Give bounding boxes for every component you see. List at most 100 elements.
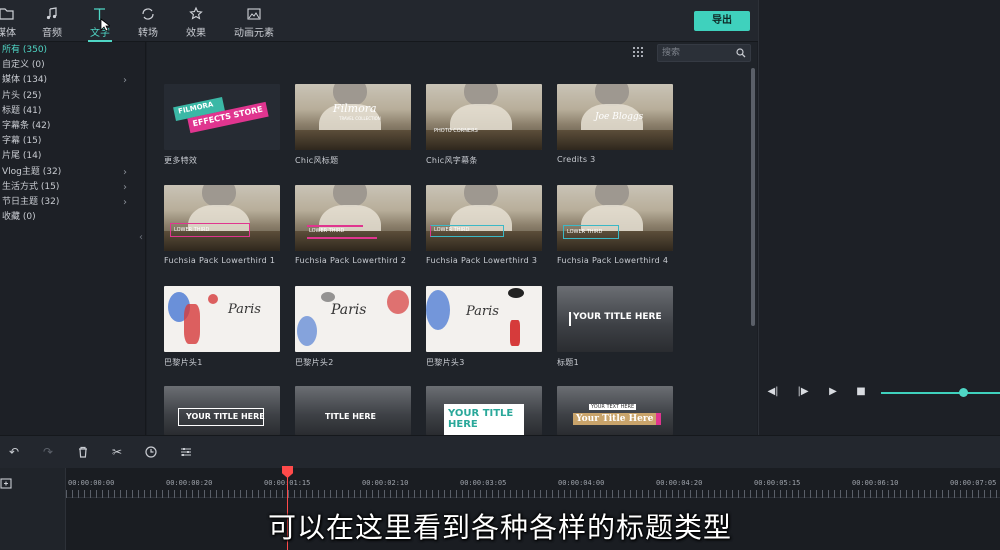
card-label: 更多特效 bbox=[164, 156, 198, 165]
ruler-tick-label: 00:00:04:00 bbox=[558, 479, 605, 487]
category-openers[interactable]: 片头 (25) bbox=[0, 89, 145, 104]
card-thumbnail: Filmora TRAVEL COLLECTION bbox=[295, 84, 411, 150]
card-thumbnail: YOUR TEXT HERE Your Title Here bbox=[557, 386, 673, 435]
title-card[interactable]: YOUR TEXT HERE Your Title Here bbox=[557, 386, 673, 435]
title-card[interactable]: Filmora TRAVEL COLLECTION Chic风标题 bbox=[295, 84, 411, 166]
thumb-text: YOUR TEXT HERE bbox=[589, 404, 637, 410]
adjust-icon[interactable] bbox=[178, 444, 194, 460]
category-label: 字幕条 (42) bbox=[2, 120, 51, 131]
search-box[interactable] bbox=[657, 44, 751, 62]
playback-controls: ◀| |▶ ▶ ■ bbox=[759, 380, 1000, 408]
thumb-text: YOUR TITLE HERE bbox=[573, 312, 662, 322]
thumb-text: Paris bbox=[228, 302, 261, 317]
category-label: 字幕 (15) bbox=[2, 136, 42, 147]
preview-panel: ◀| |▶ ▶ ■ bbox=[758, 0, 1000, 435]
play-icon[interactable]: ▶ bbox=[827, 386, 839, 398]
next-frame-icon[interactable]: |▶ bbox=[797, 386, 809, 398]
category-holiday[interactable]: 节日主题 (32) › bbox=[0, 195, 145, 210]
category-custom[interactable]: 自定义 (0) bbox=[0, 58, 145, 73]
ruler-tick-label: 00:00:06:10 bbox=[852, 479, 899, 487]
playback-progress-slider[interactable] bbox=[881, 392, 1000, 394]
title-card[interactable]: FILMORA EFFECTS STORE 更多特效 bbox=[164, 84, 280, 166]
ruler-tick-label: 00:00:02:10 bbox=[362, 479, 409, 487]
thumb-text: LOWER THIRD bbox=[174, 227, 210, 233]
title-card[interactable]: YOUR TITLE HERE bbox=[164, 386, 280, 435]
card-thumbnail: TITLE HERE bbox=[295, 386, 411, 435]
category-label: 标题 (41) bbox=[2, 105, 42, 116]
tab-elements-label: 动画元素 bbox=[234, 28, 274, 39]
search-icon[interactable] bbox=[736, 48, 746, 58]
title-card[interactable]: YOUR TITLE HERE bbox=[426, 386, 542, 435]
card-thumbnail: PHOTO CORNERS bbox=[426, 84, 542, 150]
category-end-credits[interactable]: 片尾 (14) bbox=[0, 149, 145, 164]
thumb-text: YOUR TITLE HERE bbox=[448, 408, 514, 430]
chevron-right-icon[interactable]: › bbox=[123, 195, 127, 210]
redo-icon[interactable]: ↷ bbox=[40, 444, 56, 460]
effects-icon bbox=[189, 6, 203, 20]
timeline-ruler[interactable]: 00:00:00:00 00:00:00:20 00:00:01:15 00:0… bbox=[66, 468, 1000, 498]
chevron-right-icon[interactable]: › bbox=[123, 73, 127, 88]
category-label: 自定义 (0) bbox=[2, 60, 45, 71]
chevron-right-icon[interactable]: › bbox=[123, 180, 127, 195]
thumb-text: TRAVEL COLLECTION bbox=[339, 116, 381, 121]
content-scrollbar[interactable] bbox=[751, 68, 755, 326]
chevron-right-icon[interactable]: › bbox=[123, 165, 127, 180]
search-input[interactable] bbox=[662, 46, 732, 60]
undo-icon[interactable]: ↶ bbox=[6, 444, 22, 460]
card-thumbnail: LOWER THIRD bbox=[557, 185, 673, 251]
card-thumbnail: YOUR TITLE HERE bbox=[557, 286, 673, 352]
video-subtitle: 可以在这里看到各种各样的标题类型 bbox=[267, 511, 732, 544]
title-card[interactable]: LOWER THIRD Fuchsia Pack Lowerthird 3 bbox=[426, 185, 542, 265]
add-track-icon[interactable] bbox=[0, 478, 14, 490]
title-card[interactable]: LOWER THIRD Fuchsia Pack Lowerthird 1 bbox=[164, 185, 280, 265]
thumb-text: LOWER THIRD bbox=[567, 229, 603, 235]
card-label: Fuchsia Pack Lowerthird 3 bbox=[426, 256, 538, 265]
thumb-text: Paris bbox=[331, 302, 367, 318]
title-card[interactable]: Joe Bloggs Credits 3 bbox=[557, 84, 673, 164]
tab-elements[interactable]: 动画元素 bbox=[224, 6, 284, 40]
category-subtitles[interactable]: 字幕 (15) bbox=[0, 134, 145, 149]
cut-icon[interactable]: ✂ bbox=[109, 444, 125, 460]
title-card[interactable]: Paris 巴黎片头3 bbox=[426, 286, 542, 368]
card-label: Fuchsia Pack Lowerthird 2 bbox=[295, 256, 407, 265]
playback-progress-handle[interactable] bbox=[959, 388, 968, 397]
title-card[interactable]: LOWER THIRD Fuchsia Pack Lowerthird 2 bbox=[295, 185, 411, 265]
card-thumbnail: Paris bbox=[295, 286, 411, 352]
stop-icon[interactable]: ■ bbox=[855, 386, 867, 398]
title-card[interactable]: Paris 巴黎片头2 bbox=[295, 286, 411, 368]
category-lower-thirds[interactable]: 字幕条 (42) bbox=[0, 119, 145, 134]
title-card[interactable]: TITLE HERE bbox=[295, 386, 411, 435]
category-titles[interactable]: 标题 (41) bbox=[0, 104, 145, 119]
thumb-text: PHOTO CORNERS bbox=[434, 128, 478, 134]
ruler-ticks bbox=[66, 490, 1000, 498]
title-card[interactable]: PHOTO CORNERS Chic风字幕条 bbox=[426, 84, 542, 166]
delete-icon[interactable] bbox=[75, 444, 91, 460]
title-card[interactable]: YOUR TITLE HERE 标题1 bbox=[557, 286, 673, 368]
ruler-tick-label: 00:00:00:20 bbox=[166, 479, 213, 487]
category-media[interactable]: 媒体 (134) › bbox=[0, 73, 145, 88]
category-label: 所有 (350) bbox=[2, 45, 48, 55]
title-card[interactable]: Paris 巴黎片头1 bbox=[164, 286, 280, 368]
title-card[interactable]: LOWER THIRD Fuchsia Pack Lowerthird 4 bbox=[557, 185, 673, 265]
card-label: Fuchsia Pack Lowerthird 1 bbox=[164, 256, 276, 265]
grid-view-icon[interactable] bbox=[633, 47, 643, 57]
thumb-text: Filmora bbox=[333, 102, 377, 115]
ruler-tick-label: 00:00:00:00 bbox=[68, 479, 115, 487]
category-label: 收藏 (0) bbox=[2, 212, 36, 223]
thumb-text: Paris bbox=[466, 304, 499, 319]
export-button[interactable]: 导出 bbox=[694, 11, 750, 31]
card-label: Chic风字幕条 bbox=[426, 156, 478, 165]
category-vlog[interactable]: Vlog主题 (32) › bbox=[0, 165, 145, 180]
category-favorites[interactable]: 收藏 (0) bbox=[0, 210, 145, 225]
category-label: 节日主题 (32) bbox=[2, 196, 60, 207]
previous-frame-icon[interactable]: ◀| bbox=[767, 386, 779, 398]
card-thumbnail: Paris bbox=[164, 286, 280, 352]
collapse-sidebar-icon[interactable]: ‹ bbox=[139, 232, 143, 243]
category-label: 生活方式 (15) bbox=[2, 181, 60, 192]
category-lifestyle[interactable]: 生活方式 (15) › bbox=[0, 180, 145, 195]
clock-icon[interactable] bbox=[143, 444, 159, 460]
ruler-tick-label: 00:00:03:05 bbox=[460, 479, 507, 487]
category-all[interactable]: 所有 (350) bbox=[0, 43, 145, 58]
timeline-toolbar: ↶ ↷ ✂ bbox=[0, 435, 1000, 468]
tab-effects[interactable]: 效果 bbox=[166, 6, 226, 40]
